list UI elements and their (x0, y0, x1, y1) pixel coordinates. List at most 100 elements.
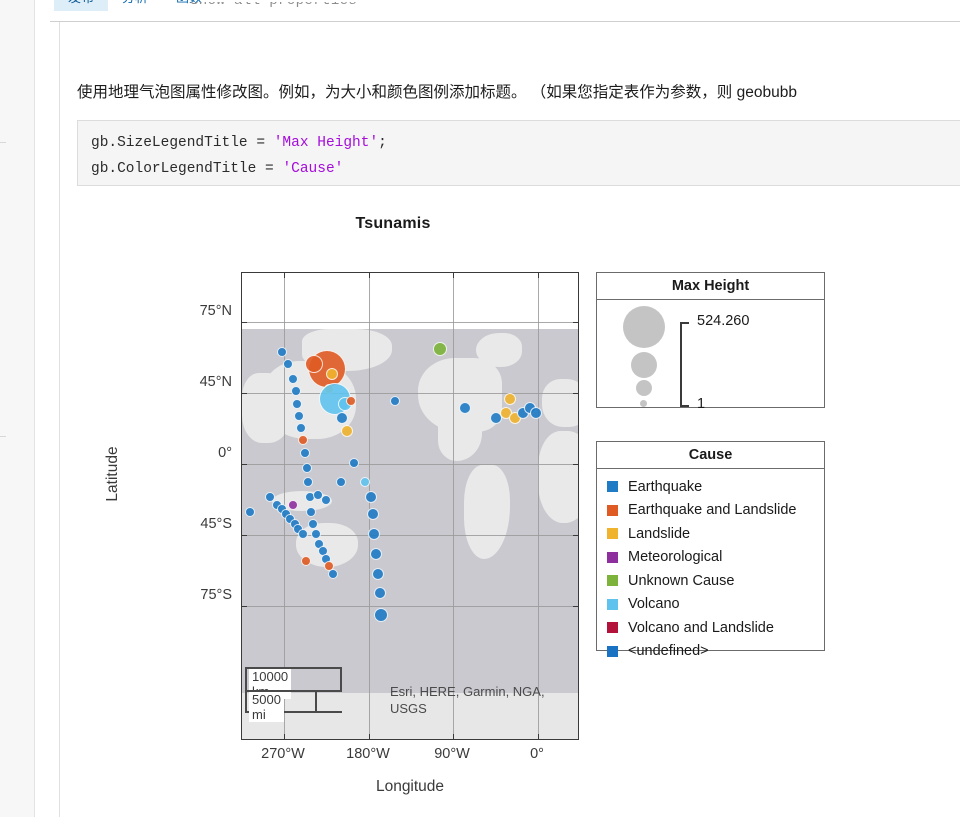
ribbon-tab-bar: 发布 分析 函数 Show all properties (50, 0, 960, 22)
chart-title: Tsunamis (355, 215, 431, 232)
north-pole-band (242, 273, 578, 329)
color-legend: Cause Earthquake Earthquake and Landslide… (596, 441, 825, 659)
tick-left (242, 606, 247, 608)
gridline-lon-90w (453, 273, 454, 739)
x-tick-label-180w: 180°W (346, 746, 390, 762)
tab-publish[interactable]: 发布 (54, 0, 109, 11)
size-legend-max-label: 524.260 (697, 313, 750, 329)
tick-left (242, 322, 247, 324)
color-legend-label: <undefined> (628, 643, 709, 660)
map-bubble[interactable] (341, 424, 354, 437)
clipped-text-above: Show all properties (190, 2, 570, 20)
map-bubble[interactable] (320, 494, 331, 505)
map-bubble[interactable] (366, 508, 379, 521)
code-line-2-string: 'Cause' (282, 161, 344, 177)
map-bubble[interactable] (345, 396, 356, 407)
y-tick-label-75n: 75°N (199, 303, 232, 319)
code-block[interactable]: gb.SizeLegendTitle = 'Max Height'; gb.Co… (77, 120, 960, 186)
scale-bar-mi-label: 5000 mi (249, 692, 284, 722)
gridline-lat-75n (242, 322, 578, 323)
map-bubble[interactable] (370, 547, 383, 560)
tick-bottom (453, 734, 455, 739)
tick-right (573, 322, 578, 324)
x-tick-label-270w: 270°W (261, 746, 305, 762)
color-legend-label: Unknown Cause (628, 572, 735, 589)
color-legend-label: Landslide (628, 525, 691, 542)
map-bubble[interactable] (328, 568, 339, 579)
y-axis-title: Latitude (104, 446, 121, 502)
color-legend-swatch (607, 551, 618, 563)
color-legend-label: Volcano (628, 596, 680, 613)
color-legend-swatch (607, 598, 618, 610)
tick-top (538, 273, 540, 278)
document-pane: 使用地理气泡图属性修改图。例如，为大小和颜色图例添加标题。 （如果您指定表作为参… (59, 22, 960, 817)
map-bubble[interactable] (244, 506, 255, 517)
color-legend-label: Earthquake and Landslide (628, 502, 797, 519)
tick-bottom (538, 734, 540, 739)
color-legend-label: Meteorological (628, 549, 723, 566)
color-legend-item[interactable]: Earthquake and Landslide (607, 499, 824, 523)
size-legend-min-label: 1 (697, 396, 706, 412)
y-tick-label-75s: 75°S (200, 587, 232, 603)
map-bubble[interactable] (300, 556, 311, 567)
color-legend-item[interactable]: Unknown Cause (607, 569, 824, 593)
color-legend-item[interactable]: Meteorological (607, 546, 824, 570)
map-bubble[interactable] (458, 402, 471, 415)
gridline-lat-75s (242, 606, 578, 607)
code-line-2-prefix: gb.ColorLegendTitle = (91, 161, 283, 177)
color-legend-item[interactable]: <undefined> (607, 640, 824, 664)
x-axis-title: Longitude (375, 778, 445, 795)
color-legend-item[interactable]: Volcano (607, 593, 824, 617)
tick-top (453, 273, 455, 278)
size-legend-bracket-top (680, 322, 689, 324)
tick-left (242, 535, 247, 537)
map-bubble[interactable] (299, 447, 310, 458)
y-tick-label-0: 0° (218, 445, 232, 461)
map-bubble[interactable] (364, 491, 377, 504)
color-legend-item[interactable]: Earthquake (607, 475, 824, 499)
map-bubble[interactable] (372, 567, 385, 580)
code-line-1-suffix: ; (378, 135, 387, 151)
land-europe (542, 379, 578, 427)
rail-tick (0, 436, 6, 437)
color-legend-title: Cause (597, 442, 824, 469)
color-legend-entries: Earthquake Earthquake and Landslide Landsl… (597, 469, 824, 663)
size-bubble-largest (623, 306, 665, 348)
color-legend-swatch (607, 528, 618, 540)
tick-top (369, 273, 371, 278)
size-bubble-smallest (640, 400, 647, 407)
rail-tick (0, 142, 6, 143)
tick-bottom (284, 734, 286, 739)
gridline-lon-180w (369, 273, 370, 739)
color-legend-item[interactable]: Volcano and Landslide (607, 616, 824, 640)
map-axes[interactable]: 10000 km 5000 mi Esri, HERE, Garmin, NGA… (241, 272, 579, 740)
left-rail (0, 0, 35, 817)
gridline-lat-0 (242, 464, 578, 465)
map-bubble[interactable] (287, 499, 298, 510)
map-bubble[interactable] (292, 398, 303, 409)
map-bubble[interactable] (335, 477, 346, 488)
size-legend-title: Max Height (597, 273, 824, 300)
tick-right (573, 535, 578, 537)
map-bubble[interactable] (301, 462, 312, 473)
code-line-1-string: 'Max Height' (273, 135, 379, 151)
color-legend-swatch (607, 645, 618, 657)
clipped-text-label: Show all properties (190, 2, 357, 9)
code-line-1-prefix: gb.SizeLegendTitle = (91, 135, 274, 151)
map-bubble[interactable] (290, 386, 301, 397)
color-legend-swatch (607, 575, 618, 587)
color-legend-swatch (607, 481, 618, 493)
gridline-lon-0 (538, 273, 539, 739)
map-bubble[interactable] (348, 457, 359, 468)
size-bubble-large (631, 352, 657, 378)
color-legend-item[interactable]: Landslide (607, 522, 824, 546)
x-tick-label-0: 0° (530, 746, 544, 762)
tick-left (242, 393, 247, 395)
paragraph-text: 使用地理气泡图属性修改图。例如，为大小和颜色图例添加标题。 （如果您指定表作为参… (77, 84, 797, 101)
map-bubble[interactable] (287, 373, 298, 384)
tick-right (573, 464, 578, 466)
map-bubble[interactable] (503, 392, 516, 405)
color-legend-swatch (607, 504, 618, 516)
size-bubble-small (636, 380, 652, 396)
tab-analyze[interactable]: 分析 (108, 0, 162, 11)
